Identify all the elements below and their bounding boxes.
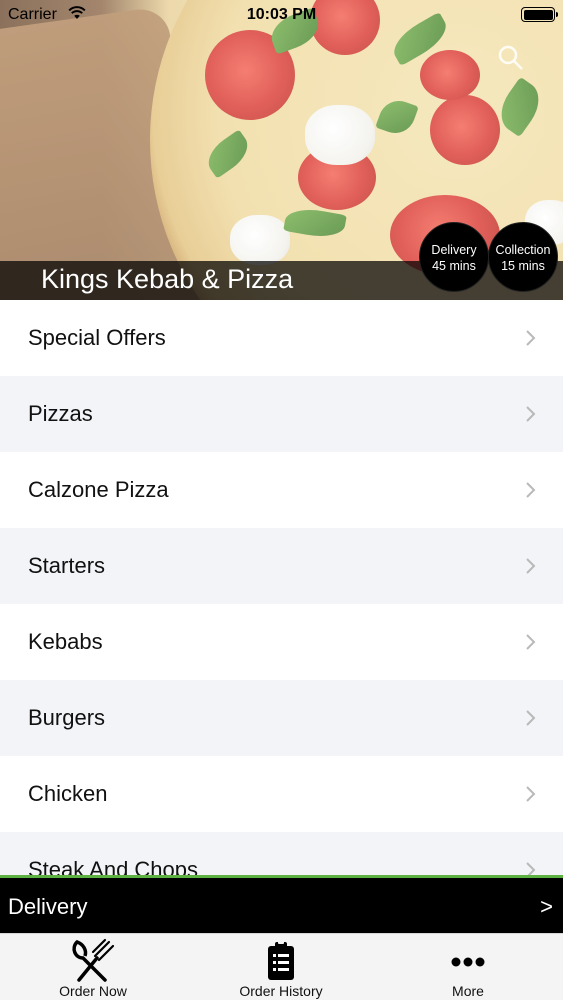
tab-label: Order History xyxy=(239,983,323,999)
fork-knife-icon xyxy=(72,938,115,982)
category-label: Calzone Pizza xyxy=(28,477,169,502)
chevron-right-icon xyxy=(526,710,536,726)
status-bar: Carrier 10:03 PM xyxy=(0,0,563,30)
chevron-right-icon xyxy=(526,482,536,498)
category-calzone-pizza[interactable]: Calzone Pizza xyxy=(0,452,563,528)
category-list: Special Offers Pizzas Calzone Pizza Star… xyxy=(0,300,563,878)
battery-icon xyxy=(521,7,558,22)
delivery-mode-bar[interactable]: Delivery > xyxy=(0,875,563,933)
chevron-right-icon xyxy=(526,634,536,650)
tab-order-history[interactable]: Order History xyxy=(206,934,356,1000)
category-starters[interactable]: Starters xyxy=(0,528,563,604)
chevron-right-icon xyxy=(526,406,536,422)
collection-badge-time: 15 mins xyxy=(501,259,545,273)
delivery-mode-label: Delivery xyxy=(8,894,88,919)
category-label: Burgers xyxy=(28,705,106,730)
chevron-right-icon xyxy=(526,786,536,802)
category-label: Special Offers xyxy=(28,325,166,350)
more-dots-icon xyxy=(451,957,485,967)
category-pizzas[interactable]: Pizzas xyxy=(0,376,563,452)
search-icon[interactable] xyxy=(497,44,525,72)
chevron-right-icon xyxy=(526,330,536,346)
clock: 10:03 PM xyxy=(246,6,317,23)
category-special-offers[interactable]: Special Offers xyxy=(0,300,563,376)
category-label: Chicken xyxy=(28,781,108,806)
tab-label: Order Now xyxy=(59,983,127,999)
category-burgers[interactable]: Burgers xyxy=(0,680,563,756)
clipboard-list-icon xyxy=(268,941,294,980)
delivery-arrow-icon: > xyxy=(540,894,553,919)
collection-badge-label: Collection xyxy=(495,243,551,257)
category-label: Kebabs xyxy=(28,629,103,654)
category-label: Starters xyxy=(28,553,106,578)
tab-bar: Order Now Order History More xyxy=(0,933,563,1000)
category-kebabs[interactable]: Kebabs xyxy=(0,604,563,680)
collection-time-badge: Collection 15 mins xyxy=(488,222,558,292)
tab-label: More xyxy=(452,983,484,999)
delivery-badge-label: Delivery xyxy=(431,243,477,257)
tab-order-now[interactable]: Order Now xyxy=(18,934,168,1000)
tab-more[interactable]: More xyxy=(393,934,543,1000)
restaurant-name: Kings Kebab & Pizza xyxy=(41,264,294,294)
delivery-time-badge: Delivery 45 mins xyxy=(419,222,489,292)
category-label: Pizzas xyxy=(28,401,93,426)
delivery-badge-time: 45 mins xyxy=(432,259,476,273)
chevron-right-icon xyxy=(526,558,536,574)
category-chicken[interactable]: Chicken xyxy=(0,756,563,832)
category-steak-and-chops[interactable]: Steak And Chops xyxy=(0,832,563,878)
